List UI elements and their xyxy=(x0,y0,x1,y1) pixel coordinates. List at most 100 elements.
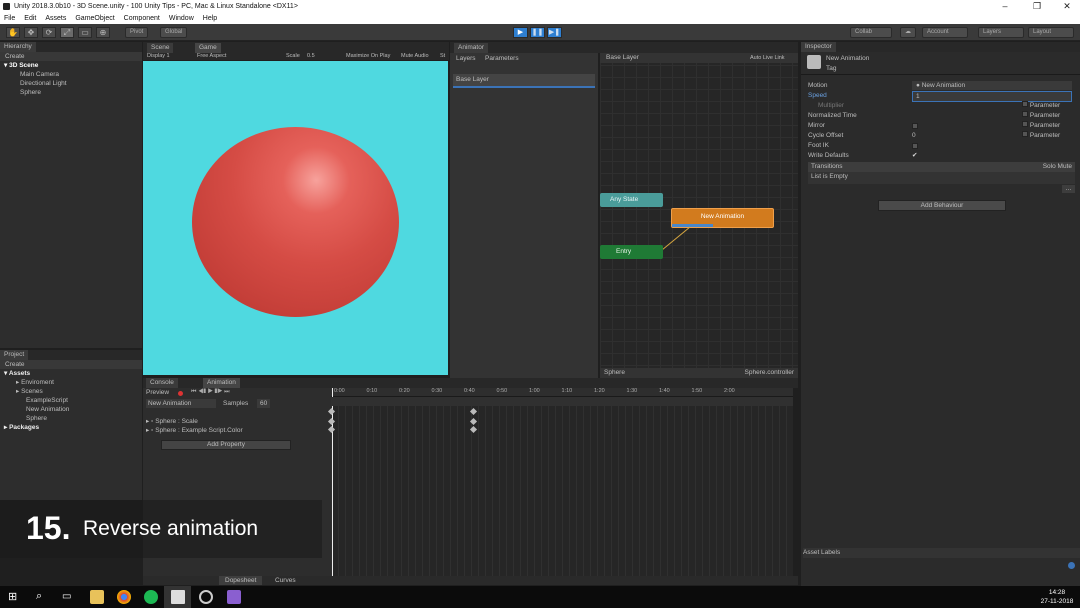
display-dropdown[interactable]: Display 1 xyxy=(147,52,170,60)
add-behaviour-button[interactable]: Add Behaviour xyxy=(878,200,1006,211)
playback-controls[interactable]: ⏮ ◀❚ ▶ ❚▶ ⏭ xyxy=(191,388,230,397)
minimize-button[interactable]: – xyxy=(990,0,1020,13)
transform-tool-icon[interactable]: ⊕ xyxy=(96,27,110,38)
dopesheet-area[interactable] xyxy=(327,388,793,576)
project-item[interactable]: ▸ Enviroment xyxy=(0,378,142,387)
maximize-button[interactable]: ❐ xyxy=(1022,0,1052,13)
rect-tool-icon[interactable]: ▭ xyxy=(78,27,92,38)
mirror-checkbox[interactable] xyxy=(912,123,918,131)
entry-node[interactable]: Entry xyxy=(600,245,663,259)
project-item[interactable]: ▸ Scenes xyxy=(0,387,142,396)
keyframe[interactable] xyxy=(469,417,478,426)
play-button[interactable]: ▶ xyxy=(513,27,528,38)
clock[interactable]: 14:28 27-11-2018 xyxy=(1040,588,1074,606)
property-row[interactable]: ▸ ▫ Sphere : Example Script.Color xyxy=(146,426,243,435)
game-viewport[interactable] xyxy=(143,61,448,375)
project-item[interactable]: New Animation xyxy=(0,405,142,414)
hierarchy-item[interactable]: Directional Light xyxy=(0,79,142,88)
foot-ik-checkbox[interactable] xyxy=(912,143,918,151)
project-item[interactable]: ExampleScript xyxy=(0,396,142,405)
project-create-button[interactable]: Create xyxy=(0,360,142,369)
parameters-tab[interactable]: Parameters xyxy=(485,54,519,63)
animator-graph[interactable]: Base Layer Auto Live Link Any State New … xyxy=(600,53,798,378)
packages-folder[interactable]: ▸ Packages xyxy=(0,423,142,432)
property-row[interactable]: ▸ ▫ Sphere : Scale xyxy=(146,417,198,426)
hierarchy-item[interactable]: Sphere xyxy=(0,88,142,97)
menu-assets[interactable]: Assets xyxy=(45,13,66,24)
collab-button[interactable]: Collab xyxy=(850,27,892,38)
hierarchy-create-button[interactable]: Create xyxy=(0,52,142,61)
unity-icon[interactable] xyxy=(171,590,185,604)
animation-tab[interactable]: Animation xyxy=(203,378,240,388)
layers-tab[interactable]: Layers xyxy=(456,54,476,63)
transition-arrow[interactable] xyxy=(660,223,700,253)
layout-dropdown[interactable]: Layout xyxy=(1028,27,1074,38)
sphere-object[interactable] xyxy=(192,127,399,317)
clip-dropdown[interactable]: New Animation xyxy=(146,399,216,408)
cloud-icon[interactable]: ☁ xyxy=(900,27,916,38)
hierarchy-tab[interactable]: Hierarchy xyxy=(0,42,36,52)
list-options-button[interactable]: … xyxy=(1062,185,1075,193)
search-icon[interactable]: ⌕ xyxy=(36,590,42,603)
write-defaults-checkbox[interactable]: ✔ xyxy=(912,151,917,160)
mirror-param[interactable]: Parameter xyxy=(1022,121,1060,130)
multiplier-param[interactable]: Parameter xyxy=(1022,101,1060,110)
windows-start-icon[interactable]: ⊞ xyxy=(8,591,17,603)
scene-root[interactable]: ▾ 3D Scene xyxy=(0,61,142,70)
pause-button[interactable]: ❚❚ xyxy=(530,27,545,38)
motion-field[interactable]: ● New Animation xyxy=(912,81,1072,90)
global-toggle[interactable]: Global xyxy=(160,27,188,38)
menu-file[interactable]: File xyxy=(4,13,15,24)
hierarchy-item[interactable]: Main Camera xyxy=(0,70,142,79)
pivot-toggle[interactable]: Pivot xyxy=(125,27,149,38)
playhead[interactable] xyxy=(332,388,333,576)
stats-toggle[interactable]: St xyxy=(440,52,445,60)
menu-window[interactable]: Window xyxy=(169,13,194,24)
menu-edit[interactable]: Edit xyxy=(24,13,36,24)
keyframe[interactable] xyxy=(469,407,478,416)
base-layer-item[interactable]: Base Layer xyxy=(453,74,595,88)
aspect-dropdown[interactable]: Free Aspect xyxy=(197,52,226,60)
file-explorer-icon[interactable] xyxy=(90,590,104,604)
cycle-offset-param[interactable]: Parameter xyxy=(1022,131,1060,140)
inspector-object-name[interactable]: New Animation xyxy=(826,54,869,63)
scale-tool-icon[interactable]: ⤢ xyxy=(60,27,74,38)
close-button[interactable]: ✕ xyxy=(1052,0,1080,13)
menu-help[interactable]: Help xyxy=(203,13,217,24)
hand-tool-icon[interactable]: ✋ xyxy=(6,27,20,38)
any-state-node[interactable]: Any State xyxy=(600,193,663,207)
add-property-button[interactable]: Add Property xyxy=(161,440,291,450)
spotify-icon[interactable] xyxy=(144,590,158,604)
chrome-icon[interactable] xyxy=(117,590,131,604)
project-item[interactable]: Sphere xyxy=(0,414,142,423)
menu-gameobject[interactable]: GameObject xyxy=(75,13,114,24)
scale-value[interactable]: 0.5 xyxy=(307,52,315,60)
preview-toggle[interactable]: Preview xyxy=(146,388,169,397)
rotate-tool-icon[interactable]: ⟳ xyxy=(42,27,56,38)
normalized-time-param[interactable]: Parameter xyxy=(1022,111,1060,120)
ruler-tick-label: 2:00 xyxy=(724,388,735,394)
move-tool-icon[interactable]: ✥ xyxy=(24,27,38,38)
console-tab[interactable]: Console xyxy=(146,378,178,388)
account-dropdown[interactable]: Account xyxy=(922,27,968,38)
cycle-offset-field[interactable]: 0 xyxy=(912,131,916,140)
keyframe[interactable] xyxy=(469,425,478,434)
dopesheet-tab[interactable]: Dopesheet xyxy=(219,576,263,585)
maximize-on-play-toggle[interactable]: Maximize On Play xyxy=(346,52,390,60)
samples-field[interactable]: 60 xyxy=(257,399,271,408)
animator-tab[interactable]: Animator xyxy=(454,43,489,53)
layers-dropdown[interactable]: Layers xyxy=(978,27,1024,38)
inspector-tab[interactable]: Inspector xyxy=(801,42,836,52)
curves-tab[interactable]: Curves xyxy=(275,576,296,585)
visual-studio-icon[interactable] xyxy=(227,590,241,604)
menu-component[interactable]: Component xyxy=(124,13,160,24)
record-icon[interactable] xyxy=(178,391,183,396)
auto-live-link-toggle[interactable]: Auto Live Link xyxy=(750,53,785,63)
task-view-icon[interactable]: ▭ xyxy=(62,591,71,602)
step-button[interactable]: ▶❚ xyxy=(547,27,562,38)
assets-folder[interactable]: ▾ Assets xyxy=(0,369,142,378)
unity-hub-icon[interactable] xyxy=(199,590,213,604)
project-tab[interactable]: Project xyxy=(0,350,29,360)
label-icon[interactable] xyxy=(1068,562,1075,569)
mute-audio-toggle[interactable]: Mute Audio xyxy=(401,52,429,60)
